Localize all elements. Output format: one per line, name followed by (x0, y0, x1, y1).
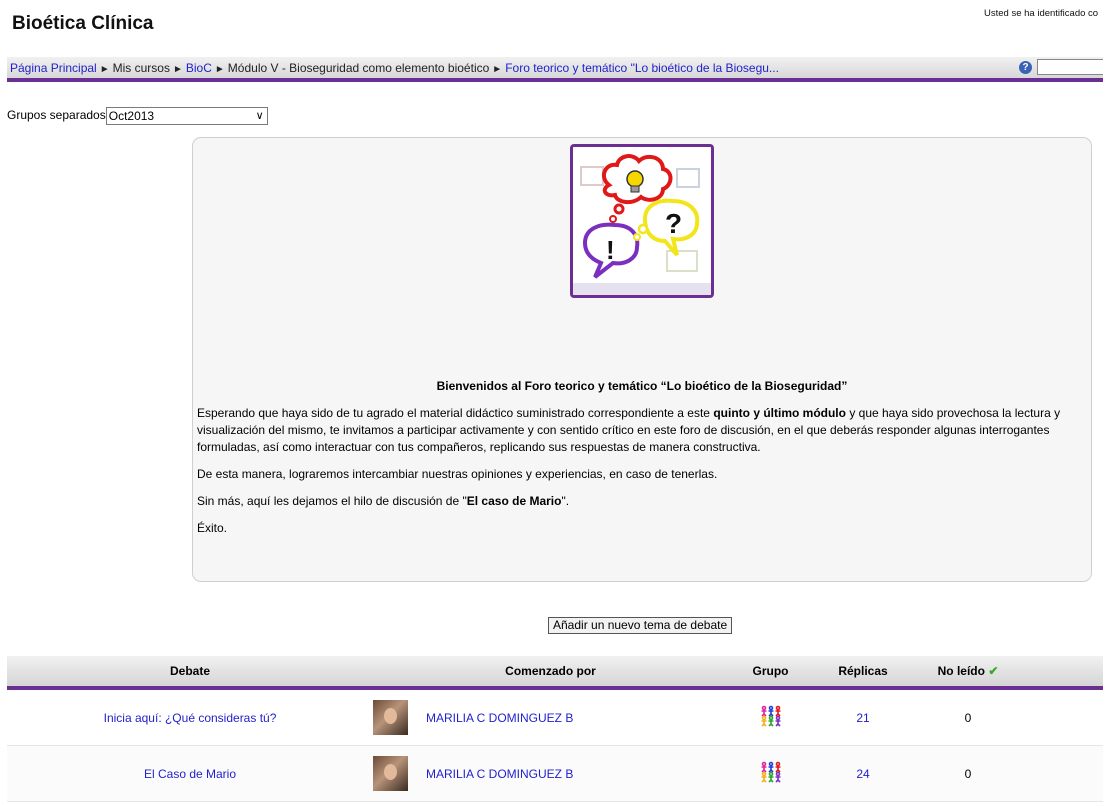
svg-text:?: ? (665, 208, 682, 239)
breadcrumb-separator-icon: ► (172, 64, 183, 75)
breadcrumb: Página Principal ► Mis cursos ► BioC ► Módulo … (10, 61, 779, 75)
intro-paragraph: Sin más, aquí les dejamos el hilo de dis… (197, 493, 1087, 510)
group-people-icon[interactable] (760, 705, 782, 727)
group-people-icon[interactable] (760, 761, 782, 783)
author-link[interactable]: MARILIA C DOMINGUEZ B (426, 767, 573, 781)
login-info: Usted se ha identificado co (984, 8, 1099, 19)
discussion-topic-link[interactable]: Inicia aquí: ¿Qué consideras tú? (104, 711, 277, 725)
col-header-empty (1023, 656, 1103, 690)
forum-intro-title: Bienvenidos al Foro teorico y temático “… (436, 379, 848, 393)
help-icon[interactable]: ? (1019, 61, 1032, 74)
discussion-topic-link[interactable]: El Caso de Mario (144, 767, 236, 781)
col-header-topic[interactable]: Debate (7, 656, 373, 690)
navbar: Página Principal ► Mis cursos ► BioC ► Módulo … (7, 57, 1103, 82)
breadcrumb-my-courses: Mis cursos (112, 61, 170, 75)
table-header-row: Debate Comenzado por Grupo Réplicas No l… (7, 656, 1103, 690)
breadcrumb-course-link[interactable]: BioC (186, 61, 212, 75)
breadcrumb-separator-icon: ► (492, 64, 503, 75)
intro-paragraph: Éxito. (197, 521, 228, 535)
avatar[interactable] (373, 756, 408, 791)
col-header-unread-label: No leído (937, 664, 985, 678)
add-discussion-topic-button[interactable]: Añadir un nuevo tema de debate (548, 617, 733, 634)
group-select[interactable]: Oct2013 ∨ (105, 107, 268, 125)
group-selector-row: Grupos separados Oct2013 ∨ (7, 107, 268, 125)
forum-intro-box: ? ! Bienvenidos al Foro teorico y temáti… (192, 137, 1092, 582)
navbar-search-input[interactable] (1037, 59, 1103, 75)
breadcrumb-module: Módulo V - Bioseguridad como elemento bi… (227, 61, 490, 75)
table-row: El Caso de Mario MARILIA C DOMINGUEZ B 2… (7, 745, 1103, 802)
author-link[interactable]: MARILIA C DOMINGUEZ B (426, 711, 573, 725)
col-header-group[interactable]: Grupo (728, 656, 813, 690)
col-header-replies[interactable]: Réplicas (813, 656, 913, 690)
avatar[interactable] (373, 700, 408, 735)
breadcrumb-separator-icon: ► (214, 64, 225, 75)
group-selector-label: Grupos separados (7, 108, 106, 123)
intro-text-span: Sin más, aquí les dejamos el hilo de dis… (197, 494, 467, 508)
replies-count-link[interactable]: 24 (856, 767, 869, 781)
breadcrumb-separator-icon: ► (99, 64, 110, 75)
chevron-down-icon: ∨ (255, 110, 264, 122)
table-row: Inicia aquí: ¿Qué consideras tú? MARILIA… (7, 688, 1103, 746)
site-title: Bioética Clínica (12, 13, 154, 34)
checkmark-icon[interactable]: ✔ (988, 664, 998, 678)
group-select-value: Oct2013 (108, 109, 155, 123)
breadcrumb-forum-link[interactable]: Foro teorico y temático "Lo bioético de … (505, 61, 779, 75)
forum-intro-text: Bienvenidos al Foro teorico y temático “… (197, 378, 1087, 547)
intro-text-span: Esperando que haya sido de tu agrado el … (197, 406, 714, 420)
intro-paragraph: Esperando que haya sido de tu agrado el … (197, 405, 1087, 456)
intro-paragraph: De esta manera, lograremos intercambiar … (197, 467, 718, 481)
replies-count-link[interactable]: 21 (856, 711, 869, 725)
discussion-table: Debate Comenzado por Grupo Réplicas No l… (7, 656, 1103, 802)
unread-count: 0 (913, 745, 1023, 802)
intro-bold-text: El caso de Mario (466, 494, 562, 508)
speech-bubbles-illustration: ? ! (573, 147, 711, 295)
intro-text-span: ". (561, 494, 570, 508)
col-header-author[interactable]: Comenzado por (373, 656, 728, 690)
unread-count: 0 (913, 688, 1023, 746)
intro-bold-text: quinto y último módulo (713, 406, 846, 420)
col-header-unread[interactable]: No leído ✔ (913, 656, 1023, 690)
svg-text:!: ! (606, 235, 615, 265)
breadcrumb-home-link[interactable]: Página Principal (10, 61, 97, 75)
forum-discussion-image: ? ! (570, 144, 714, 298)
